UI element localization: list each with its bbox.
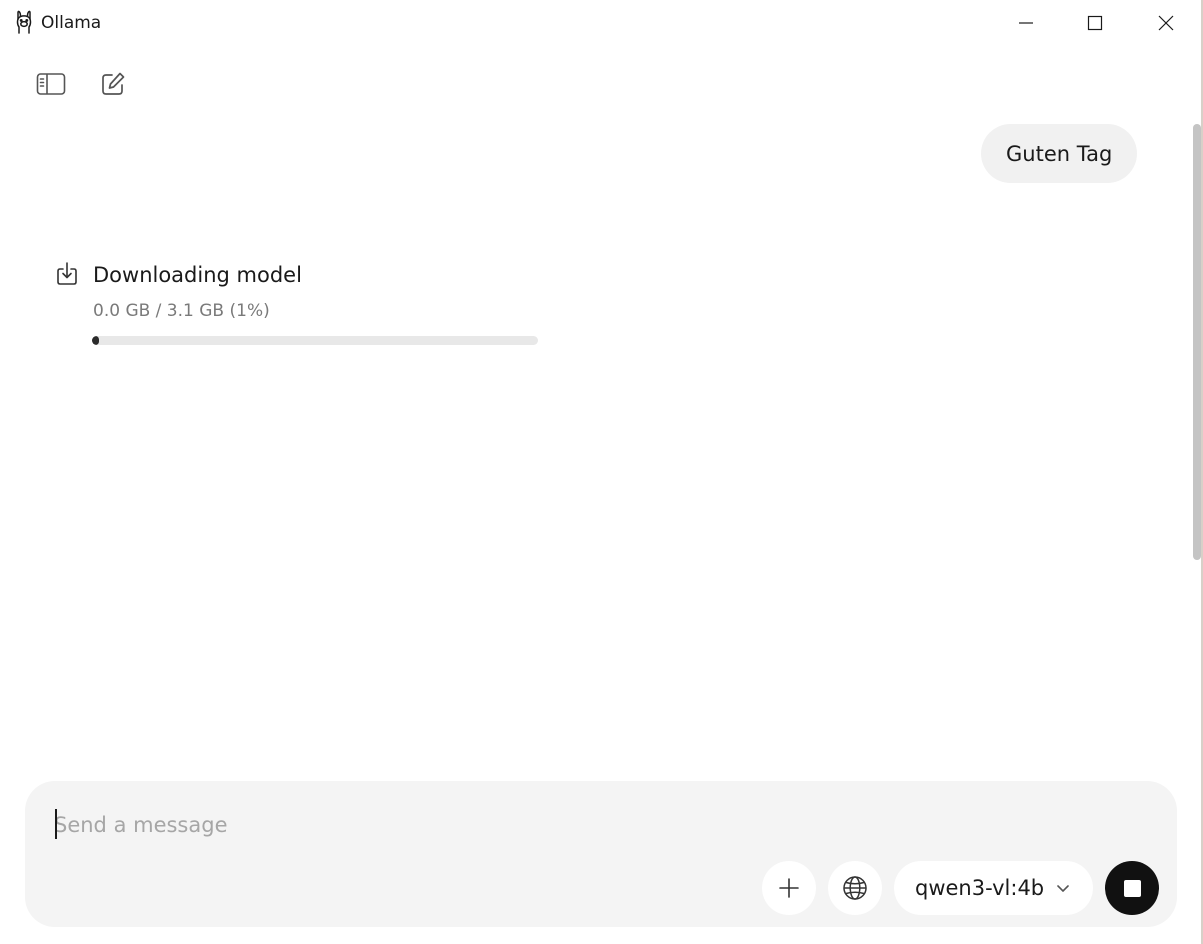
text-cursor <box>55 809 57 839</box>
new-chat-icon <box>102 72 125 95</box>
download-progress-bar <box>92 336 538 345</box>
llama-logo-icon <box>16 10 32 34</box>
model-name: qwen3-vl:4b <box>915 876 1045 900</box>
maximize-button[interactable] <box>1061 0 1129 46</box>
plus-icon <box>779 878 799 898</box>
web-search-button[interactable] <box>828 861 882 915</box>
chevron-down-icon <box>1057 885 1069 892</box>
close-button[interactable] <box>1132 0 1200 46</box>
download-progress-fill <box>92 336 99 345</box>
message-input[interactable] <box>54 807 1134 843</box>
close-icon <box>1158 15 1174 31</box>
maximize-icon <box>1087 15 1103 31</box>
scrollbar-thumb[interactable] <box>1193 124 1201 560</box>
message-composer: qwen3-vl:4b <box>25 781 1177 927</box>
download-icon <box>57 262 77 285</box>
download-title: Downloading model <box>93 263 302 287</box>
sidebar-toggle-icon <box>36 73 66 95</box>
minimize-button[interactable] <box>992 0 1060 46</box>
new-chat-button[interactable] <box>95 66 131 102</box>
sidebar-toggle-button[interactable] <box>33 66 69 102</box>
stop-icon <box>1123 879 1141 897</box>
app-title: Ollama <box>41 13 102 33</box>
title-bar: Ollama <box>0 0 1203 46</box>
model-selector[interactable]: qwen3-vl:4b <box>894 861 1093 915</box>
globe-icon <box>843 876 867 900</box>
stop-button[interactable] <box>1105 861 1159 915</box>
minimize-icon <box>1019 22 1033 24</box>
user-message-bubble: Guten Tag <box>981 124 1138 183</box>
download-progress-text: 0.0 GB / 3.1 GB (1%) <box>93 301 270 321</box>
attach-button[interactable] <box>762 861 816 915</box>
